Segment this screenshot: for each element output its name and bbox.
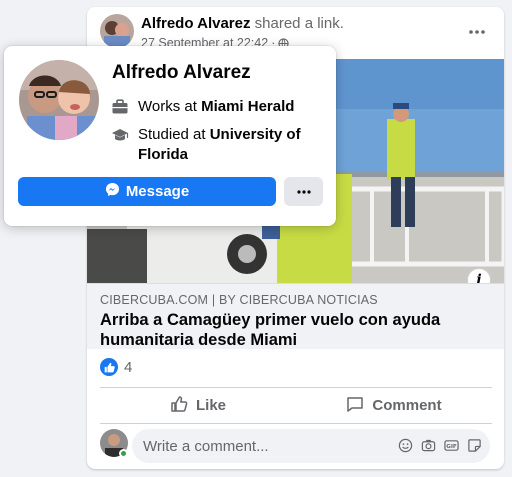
graduation-cap-icon	[111, 126, 129, 144]
more-horizontal-icon	[296, 189, 311, 194]
hovercard-education: Studied at University of Florida	[111, 125, 326, 165]
message-label: Message	[125, 183, 190, 200]
hovercard-work-place[interactable]: Miami Herald	[201, 98, 294, 115]
link-title[interactable]: Arriba a Camagüey primer vuelo con ayuda…	[100, 310, 485, 350]
author-avatar[interactable]	[100, 14, 134, 48]
hovercard-more-button[interactable]	[284, 177, 323, 206]
author-name[interactable]: Alfredo Alvarez	[141, 15, 250, 32]
comment-placeholder: Write a comment...	[143, 437, 269, 455]
comment-label: Comment	[372, 397, 442, 414]
messenger-icon	[105, 182, 120, 201]
briefcase-icon	[111, 98, 129, 116]
hovercard-work: Works at Miami Herald	[111, 97, 294, 117]
profile-hovercard: Alfredo Alvarez Works at Miami Herald St…	[4, 46, 336, 226]
comment-icon	[346, 395, 364, 417]
emoji-icon[interactable]	[398, 438, 413, 453]
gif-icon[interactable]: GIF	[444, 438, 459, 453]
link-preview-meta[interactable]: CIBERCUBA.COM | BY CIBERCUBA NOTICIAS Ar…	[87, 283, 504, 349]
svg-text:GIF: GIF	[446, 444, 457, 450]
post-author-line: Alfredo Alvarez shared a link.	[141, 15, 344, 32]
hovercard-work-text: Works at Miami Herald	[138, 98, 295, 115]
comment-tools: GIF	[398, 438, 482, 453]
hovercard-avatar[interactable]	[19, 60, 99, 140]
thumbs-up-icon	[170, 395, 188, 417]
online-status-indicator	[119, 449, 128, 458]
post-action-bar: Like Comment	[100, 387, 492, 424]
camera-icon[interactable]	[421, 438, 436, 453]
hovercard-name[interactable]: Alfredo Alvarez	[112, 62, 251, 84]
hovercard-education-text: Studied at University of Florida	[138, 126, 301, 163]
like-button[interactable]: Like	[100, 388, 296, 423]
like-reaction-icon	[100, 358, 118, 376]
message-button[interactable]: Message	[18, 177, 276, 206]
reaction-count: 4	[124, 358, 133, 376]
like-label: Like	[195, 397, 226, 414]
more-horizontal-icon[interactable]	[464, 19, 490, 45]
comment-button[interactable]: Comment	[296, 388, 492, 423]
post-action: shared a link.	[254, 15, 344, 32]
reaction-summary[interactable]: 4	[100, 356, 132, 378]
comment-composer: Write a comment... GIF	[100, 429, 492, 463]
link-domain: CIBERCUBA.COM | BY CIBERCUBA NOTICIAS	[100, 293, 378, 307]
sticker-icon[interactable]	[467, 438, 482, 453]
